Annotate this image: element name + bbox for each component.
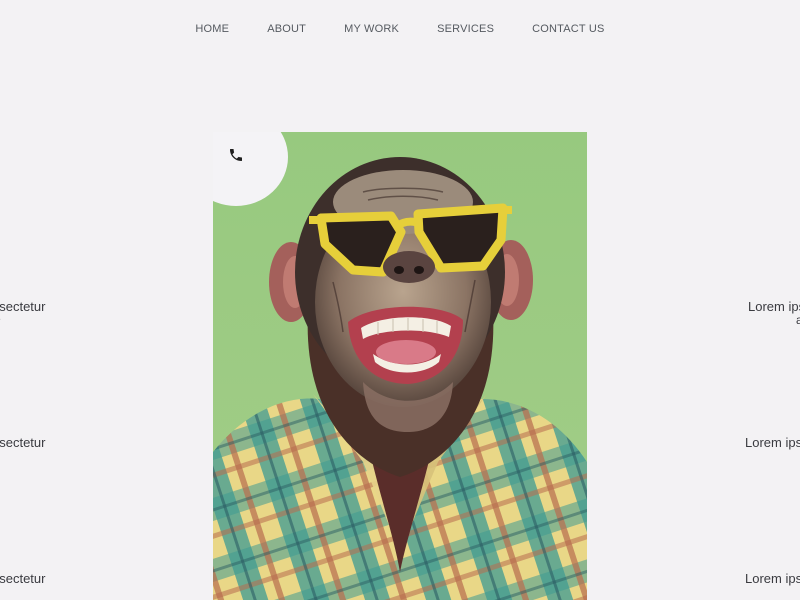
- call-bubble[interactable]: [213, 132, 288, 206]
- left-text-2: nsectetur: [0, 435, 46, 450]
- top-nav: HOME ABOUT MY WORK SERVICES CONTACT US: [0, 23, 800, 35]
- right-text-1b: a: [796, 313, 800, 327]
- right-text-3: Lorem ips: [745, 571, 800, 586]
- nav-contact-us[interactable]: CONTACT US: [532, 23, 605, 35]
- page: HOME ABOUT MY WORK SERVICES CONTACT US n…: [0, 0, 800, 600]
- nav-services[interactable]: SERVICES: [437, 23, 494, 35]
- right-text-1: Lorem ips: [748, 299, 800, 314]
- phone-icon[interactable]: [228, 147, 244, 163]
- left-text-3: nsectetur: [0, 571, 46, 586]
- right-text-2: Lorem ips: [745, 435, 800, 450]
- left-text-1: nsectetur: [0, 299, 46, 314]
- nav-my-work[interactable]: MY WORK: [344, 23, 399, 35]
- call-bubble-clip: [213, 132, 293, 212]
- nav-home[interactable]: HOME: [195, 23, 229, 35]
- left-text-1b: e: [0, 312, 1, 326]
- nav-about[interactable]: ABOUT: [267, 23, 306, 35]
